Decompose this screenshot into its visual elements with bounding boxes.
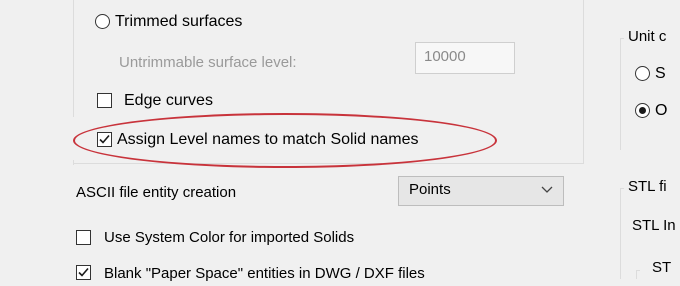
trimmed-surfaces-label: Trimmed surfaces bbox=[115, 13, 243, 30]
checkmark-icon bbox=[78, 267, 89, 277]
blank-paper-space-label: Blank "Paper Space" entities in DWG / DX… bbox=[104, 265, 425, 282]
stl-file-group-title: STL fi bbox=[628, 178, 667, 195]
unit-option-1[interactable]: S bbox=[635, 64, 680, 84]
edge-curves-label: Edge curves bbox=[124, 92, 213, 109]
left-group-border-left bbox=[73, 0, 74, 117]
chevron-down-icon bbox=[541, 186, 553, 193]
stl-subgroup-border-left bbox=[636, 270, 637, 279]
trimmed-surfaces-radio[interactable] bbox=[95, 14, 110, 29]
unit-option-1-radio[interactable] bbox=[635, 66, 650, 81]
untrimmable-surface-level-label: Untrimmable surface level: bbox=[119, 54, 297, 71]
stl-group-border-left bbox=[620, 188, 621, 279]
edge-curves-checkbox[interactable] bbox=[97, 93, 112, 108]
stl-import-label: STL In bbox=[632, 217, 676, 234]
use-system-color-checkbox[interactable] bbox=[76, 230, 91, 245]
ascii-entity-select[interactable]: Points bbox=[398, 176, 564, 206]
edge-curves-option[interactable]: Edge curves bbox=[97, 90, 257, 112]
unit-option-2-radio[interactable] bbox=[635, 103, 650, 118]
use-system-color-label: Use System Color for imported Solids bbox=[104, 229, 355, 246]
unit-group-border-left bbox=[620, 38, 621, 150]
blank-paper-space-option[interactable]: Blank "Paper Space" entities in DWG / DX… bbox=[76, 264, 516, 286]
untrimmable-surface-level-value: 10000 bbox=[424, 48, 466, 65]
highlight-annotation-oval bbox=[73, 113, 497, 168]
left-group-border-right bbox=[583, 0, 584, 163]
ascii-entity-selected-value: Points bbox=[409, 181, 451, 198]
use-system-color-option[interactable]: Use System Color for imported Solids bbox=[76, 228, 396, 250]
unit-option-1-label: S bbox=[655, 65, 666, 82]
unit-option-2[interactable]: O bbox=[635, 101, 680, 121]
stl-sub-label: ST bbox=[652, 259, 672, 276]
unit-group-title: Unit c bbox=[628, 28, 667, 45]
unit-option-2-label: O bbox=[655, 102, 668, 119]
untrimmable-surface-level-input[interactable]: 10000 bbox=[415, 42, 515, 74]
trimmed-surfaces-radio-option[interactable]: Trimmed surfaces bbox=[95, 12, 295, 32]
ascii-entity-label: ASCII file entity creation bbox=[76, 184, 237, 201]
blank-paper-space-checkbox[interactable] bbox=[76, 265, 91, 280]
